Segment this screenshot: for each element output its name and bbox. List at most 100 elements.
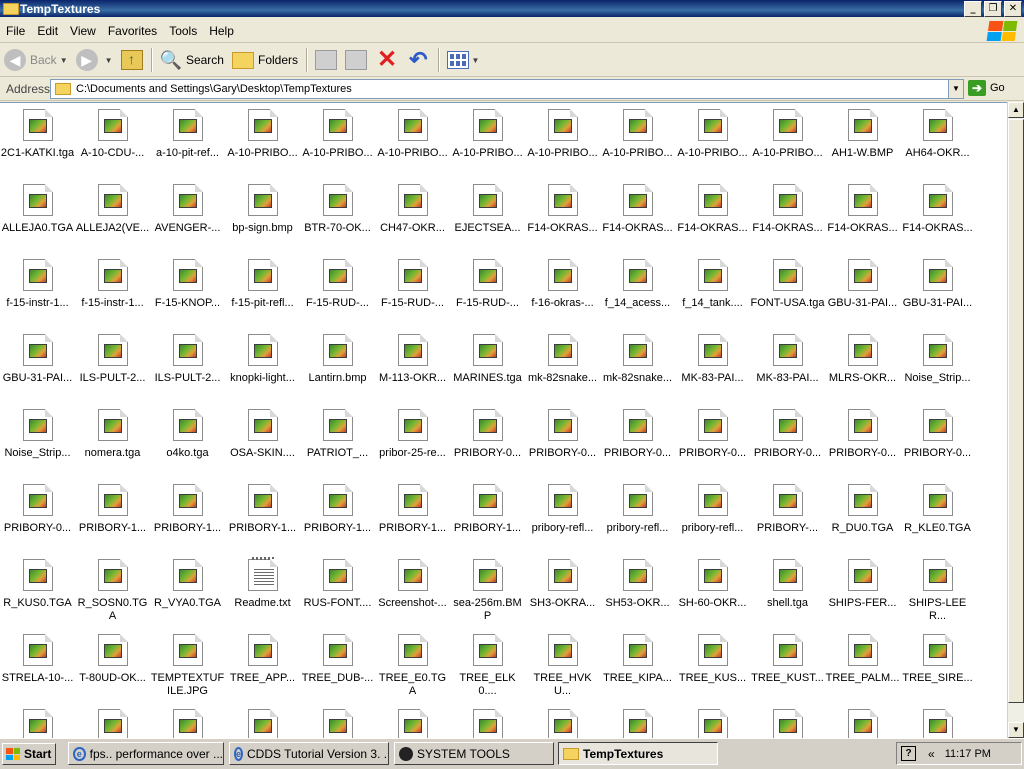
file-item[interactable]: STRELA-10-... xyxy=(0,634,75,709)
file-item[interactable]: F-15-RUD-... xyxy=(300,259,375,334)
file-item[interactable]: f-15-instr-1... xyxy=(75,259,150,334)
file-item[interactable]: SH53-OKR... xyxy=(600,559,675,634)
file-item[interactable]: PRIBORY-1... xyxy=(300,484,375,559)
file-item[interactable]: TEMPTEXTUFILE.JPG xyxy=(150,634,225,709)
file-item[interactable]: OSA-SKIN.... xyxy=(225,409,300,484)
task-button-temptextures[interactable]: TempTextures xyxy=(558,742,718,765)
file-item[interactable]: f-15-instr-1... xyxy=(0,259,75,334)
file-item[interactable]: PRIBORY-0... xyxy=(675,409,750,484)
file-item[interactable]: A-10-PRIBO... xyxy=(600,109,675,184)
file-item[interactable]: F-15-RUD-... xyxy=(375,259,450,334)
file-item[interactable]: PRIBORY-1... xyxy=(225,484,300,559)
file-item[interactable]: PRIBORY-1... xyxy=(375,484,450,559)
file-view[interactable]: 2C1-KATKI.tga A-10-CDU-... a-10-pit-ref...… xyxy=(0,102,1007,739)
file-item[interactable]: PRIBORY-1... xyxy=(75,484,150,559)
file-item[interactable]: A-10-PRIBO... xyxy=(300,109,375,184)
task-button-system-tools[interactable]: SYSTEM TOOLS xyxy=(394,742,554,765)
scroll-thumb[interactable] xyxy=(1008,119,1024,703)
menu-file[interactable]: File xyxy=(0,24,31,38)
views-button[interactable]: ▼ xyxy=(443,46,484,74)
file-item[interactable]: pribory-refl... xyxy=(525,484,600,559)
close-button[interactable]: ✕ xyxy=(1004,1,1022,17)
move-to-icon[interactable] xyxy=(315,50,337,70)
file-item[interactable]: PRIBORY-0... xyxy=(900,409,975,484)
file-item[interactable]: PRIBORY-... xyxy=(750,484,825,559)
file-item[interactable]: R_SOSN0.TGA xyxy=(75,559,150,634)
file-item[interactable]: R_DU0.TGA xyxy=(825,484,900,559)
file-item[interactable]: TREE_KUST... xyxy=(750,634,825,709)
file-item[interactable]: A-10-PRIBO... xyxy=(375,109,450,184)
restore-button[interactable]: ❐ xyxy=(984,1,1002,17)
file-item[interactable]: SHIPS-FER... xyxy=(825,559,900,634)
task-button-fps[interactable]: e fps.. performance over ... xyxy=(68,742,224,765)
file-item[interactable]: Noise_Strip... xyxy=(900,334,975,409)
up-folder-button[interactable]: ↑ xyxy=(117,46,147,74)
file-item[interactable]: ALLEJA2(VE... xyxy=(75,184,150,259)
file-item[interactable] xyxy=(675,709,750,739)
file-item[interactable] xyxy=(150,709,225,739)
start-button[interactable]: Start xyxy=(2,743,56,765)
scroll-up-button[interactable]: ▲ xyxy=(1008,102,1024,118)
minimize-button[interactable]: _ xyxy=(964,1,982,17)
file-item[interactable]: Readme.txt xyxy=(225,557,300,634)
file-item[interactable]: PRIBORY-1... xyxy=(450,484,525,559)
go-button[interactable]: ➔ Go xyxy=(968,80,1005,96)
file-item[interactable]: bp-sign.bmp xyxy=(225,184,300,259)
file-item[interactable]: TREE_KUS... xyxy=(675,634,750,709)
file-item[interactable]: F14-OKRAS... xyxy=(600,184,675,259)
task-button-cdds[interactable]: e CDDS Tutorial Version 3. ... xyxy=(229,742,389,765)
file-item[interactable]: MARINES.tga xyxy=(450,334,525,409)
address-input[interactable]: C:\Documents and Settings\Gary\Desktop\T… xyxy=(50,79,964,99)
file-item[interactable]: GBU-31-PAI... xyxy=(900,259,975,334)
file-item[interactable]: R_KUS0.TGA xyxy=(0,559,75,634)
file-item[interactable]: F14-OKRAS... xyxy=(750,184,825,259)
file-item[interactable]: TREE_KIPA... xyxy=(600,634,675,709)
menu-tools[interactable]: Tools xyxy=(163,24,203,38)
file-item[interactable]: a-10-pit-ref... xyxy=(150,109,225,184)
file-item[interactable]: F14-OKRAS... xyxy=(900,184,975,259)
file-item[interactable]: TREE_E0.TGA xyxy=(375,634,450,709)
file-item[interactable]: f-16-okras-... xyxy=(525,259,600,334)
file-item[interactable]: SH3-OKRA... xyxy=(525,559,600,634)
file-item[interactable] xyxy=(375,709,450,739)
show-hidden-icons-icon[interactable]: « xyxy=(928,747,935,761)
file-item[interactable]: mk-82snake... xyxy=(600,334,675,409)
clock[interactable]: 11:17 PM xyxy=(945,748,991,760)
address-dropdown-button[interactable]: ▼ xyxy=(948,80,963,98)
undo-icon[interactable]: ↶ xyxy=(409,49,427,71)
file-item[interactable]: Screenshot-... xyxy=(375,559,450,634)
file-item[interactable]: pribory-refl... xyxy=(675,484,750,559)
file-item[interactable]: mk-82snake... xyxy=(525,334,600,409)
file-item[interactable]: A-10-PRIBO... xyxy=(675,109,750,184)
file-item[interactable]: R_VYA0.TGA xyxy=(150,559,225,634)
file-item[interactable]: GBU-31-PAI... xyxy=(0,334,75,409)
file-item[interactable]: f_14_tank.... xyxy=(675,259,750,334)
file-item[interactable]: ALLEJA0.TGA xyxy=(0,184,75,259)
file-item[interactable] xyxy=(525,709,600,739)
file-item[interactable]: pribory-refl... xyxy=(600,484,675,559)
copy-to-icon[interactable] xyxy=(345,50,367,70)
file-item[interactable]: TREE_APP... xyxy=(225,634,300,709)
file-item[interactable]: PRIBORY-1... xyxy=(150,484,225,559)
file-item[interactable]: MK-83-PAI... xyxy=(675,334,750,409)
file-item[interactable] xyxy=(225,709,300,739)
search-button[interactable]: 🔍 Search xyxy=(156,46,228,74)
file-item[interactable]: FONT-USA.tga xyxy=(750,259,825,334)
forward-button[interactable]: ▶ ▼ xyxy=(72,46,117,74)
help-icon[interactable]: ? xyxy=(901,746,916,761)
file-item[interactable]: EJECTSEA... xyxy=(450,184,525,259)
menu-favorites[interactable]: Favorites xyxy=(102,24,163,38)
file-item[interactable] xyxy=(750,709,825,739)
file-item[interactable]: ILS-PULT-2... xyxy=(150,334,225,409)
file-item[interactable]: PRIBORY-0... xyxy=(450,409,525,484)
file-item[interactable] xyxy=(900,709,975,739)
file-item[interactable]: PRIBORY-0... xyxy=(0,484,75,559)
folders-button[interactable]: Folders xyxy=(228,46,302,74)
file-item[interactable]: GBU-31-PAI... xyxy=(825,259,900,334)
file-item[interactable] xyxy=(75,709,150,739)
file-item[interactable]: F14-OKRAS... xyxy=(825,184,900,259)
file-item[interactable]: TREE_SIRE... xyxy=(900,634,975,709)
file-item[interactable]: TREE_PALM... xyxy=(825,634,900,709)
file-item[interactable]: MLRS-OKR... xyxy=(825,334,900,409)
file-item[interactable]: F14-OKRAS... xyxy=(525,184,600,259)
